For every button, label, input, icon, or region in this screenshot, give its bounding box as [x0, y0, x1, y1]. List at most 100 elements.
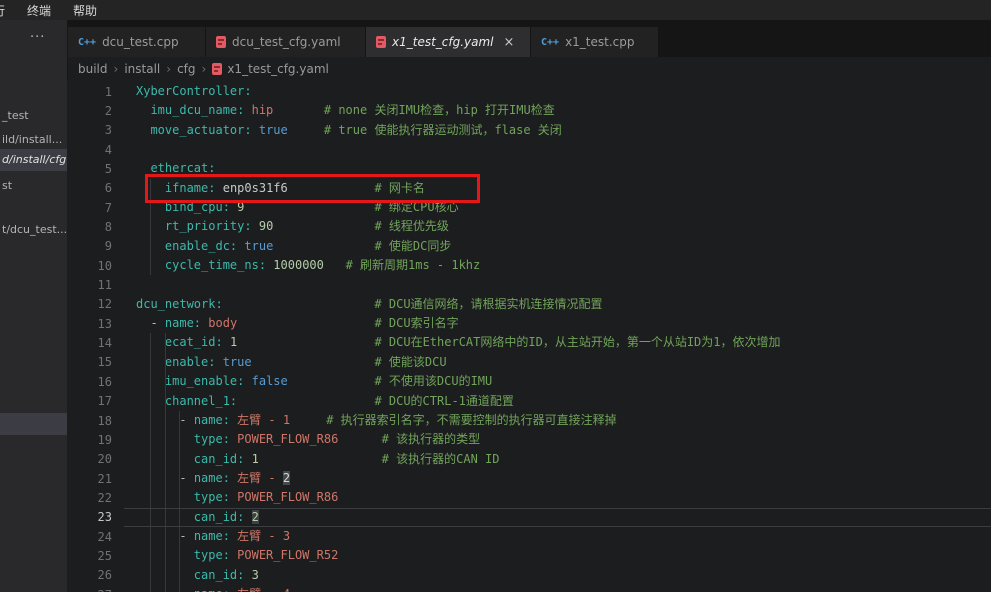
- code-line[interactable]: 10 cycle_time_ns: 1000000 # 刷新周期1ms - 1k…: [67, 256, 991, 275]
- token: # 不使用该DCU的IMU: [374, 374, 492, 388]
- token: name:: [165, 316, 201, 330]
- code-line[interactable]: 27 - name: 左臂 - 4: [67, 585, 991, 592]
- editor[interactable]: 1XyberController:2 imu_dcu_name: hip # n…: [67, 81, 991, 592]
- indent-guide-icon: [165, 392, 166, 411]
- indent-guide-icon: [150, 411, 151, 430]
- indent-guide-icon: [150, 508, 151, 527]
- menu-item-1[interactable]: 行: [0, 0, 14, 21]
- sidebar-item[interactable]: _test: [0, 106, 69, 126]
- indent-guide-icon: [150, 488, 151, 507]
- token: [237, 394, 374, 408]
- indent-guide-icon: [179, 546, 180, 565]
- code-line[interactable]: 26 can_id: 3: [67, 566, 991, 585]
- token: [252, 355, 375, 369]
- token: [273, 103, 324, 117]
- code-line[interactable]: 4: [67, 140, 991, 159]
- code-line[interactable]: 18 - name: 左臂 - 1 # 执行器索引名字，不需要控制的执行器可直接…: [67, 411, 991, 430]
- token: move_actuator:: [150, 123, 251, 137]
- indent-guide-icon: [150, 256, 151, 275]
- code-line[interactable]: 1XyberController:: [67, 82, 991, 101]
- code-line[interactable]: 23 can_id: 2: [67, 508, 991, 527]
- yaml-file-icon: [212, 63, 222, 75]
- token: 左臂 - 3: [237, 529, 290, 543]
- code-text: XyberController:: [124, 82, 252, 101]
- token: # 该执行器的CAN ID: [382, 452, 500, 466]
- code-line[interactable]: 11: [67, 275, 991, 294]
- menu-item-2[interactable]: 终端: [18, 0, 60, 21]
- indent-guide-icon: [165, 411, 166, 430]
- code-line[interactable]: 8 rt_priority: 90 # 线程优先级: [67, 217, 991, 236]
- close-icon[interactable]: ×: [504, 35, 515, 50]
- tab-x1_test_cfg.yaml[interactable]: x1_test_cfg.yaml×: [366, 27, 531, 57]
- code-line[interactable]: 5 ethercat:: [67, 159, 991, 178]
- sidebar-item[interactable]: d/install/cfg: [0, 149, 69, 171]
- sidebar-item[interactable]: st: [0, 176, 69, 196]
- code-line[interactable]: 17 channel_1: # DCU的CTRL-1通道配置: [67, 392, 991, 411]
- token: -: [179, 587, 193, 592]
- token: [324, 258, 346, 272]
- line-number: 7: [67, 201, 124, 215]
- code-line[interactable]: 25 type: POWER_FLOW_R52: [67, 546, 991, 565]
- token: body: [208, 316, 237, 330]
- tab-label: dcu_test_cfg.yaml: [232, 35, 341, 49]
- breadcrumb-segment[interactable]: cfg: [177, 62, 195, 76]
- code-line[interactable]: 15 enable: true # 使能该DCU: [67, 353, 991, 372]
- indent-guide-icon: [150, 546, 151, 565]
- sidebar-item[interactable]: t/dcu_test...: [0, 220, 69, 240]
- indent-guide-icon: [150, 585, 151, 592]
- token: ifname:: [165, 181, 216, 195]
- token: [288, 123, 324, 137]
- cpp-file-icon: C++: [78, 37, 96, 48]
- sidebar-item[interactable]: ild/install...: [0, 130, 69, 150]
- tab-label: dcu_test.cpp: [102, 35, 179, 49]
- token: # 使能DC同步: [374, 239, 451, 253]
- tab-dcu_test.cpp[interactable]: C++ dcu_test.cpp: [68, 27, 206, 57]
- breadcrumb-file[interactable]: x1_test_cfg.yaml: [212, 62, 329, 76]
- code-line[interactable]: 19 type: POWER_FLOW_R86 # 该执行器的类型: [67, 430, 991, 449]
- indent-guide-icon: [150, 198, 151, 217]
- indent-guide-icon: [165, 450, 166, 469]
- tab-x1_test.cpp[interactable]: C++x1_test.cpp: [531, 27, 659, 57]
- sidebar-selected-row[interactable]: [0, 413, 67, 435]
- code-line[interactable]: 13 - name: body # DCU索引名字: [67, 314, 991, 333]
- token: [252, 219, 259, 233]
- code-line[interactable]: 6 ifname: enp0s31f6 # 网卡名: [67, 179, 991, 198]
- line-number: 10: [67, 259, 124, 273]
- code-text: bind_cpu: 9 # 绑定CPU核心: [124, 198, 459, 217]
- token: # 绑定CPU核心: [374, 200, 458, 214]
- indent-guide-icon: [150, 237, 151, 256]
- line-number: 21: [67, 472, 124, 486]
- menu-item-3[interactable]: 帮助: [64, 0, 106, 21]
- code-line[interactable]: 7 bind_cpu: 9 # 绑定CPU核心: [67, 198, 991, 217]
- token: bind_cpu:: [165, 200, 230, 214]
- breadcrumb-segment[interactable]: install: [124, 62, 160, 76]
- token: 左臂 - 4: [237, 587, 290, 592]
- tab-dcu_test_cfg.yaml[interactable]: dcu_test_cfg.yaml: [206, 27, 366, 57]
- token: [223, 297, 375, 311]
- code-line[interactable]: 16 imu_enable: false # 不使用该DCU的IMU: [67, 372, 991, 391]
- code-line[interactable]: 21 - name: 左臂 - 2: [67, 469, 991, 488]
- line-number: 13: [67, 317, 124, 331]
- code-line[interactable]: 14 ecat_id: 1 # DCU在EtherCAT网络中的ID，从主站开始…: [67, 333, 991, 352]
- code-line[interactable]: 20 can_id: 1 # 该执行器的CAN ID: [67, 450, 991, 469]
- code-line[interactable]: 24 - name: 左臂 - 3: [67, 527, 991, 546]
- indent-guide-icon: [150, 217, 151, 236]
- code-line[interactable]: 2 imu_dcu_name: hip # none 关闭IMU检查，hip 打…: [67, 101, 991, 120]
- token: [288, 181, 375, 195]
- code-line[interactable]: 9 enable_dc: true # 使能DC同步: [67, 237, 991, 256]
- token: type:: [194, 432, 230, 446]
- code-line[interactable]: 3 move_actuator: true # true 使能执行器运动测试，f…: [67, 121, 991, 140]
- indent-guide-icon: [179, 488, 180, 507]
- breadcrumb-segment[interactable]: build: [78, 62, 108, 76]
- code-text: can_id: 1 # 该执行器的CAN ID: [124, 450, 499, 469]
- indent-guide-icon: [150, 566, 151, 585]
- token: [252, 123, 259, 137]
- token: [288, 374, 375, 388]
- token: [215, 181, 222, 195]
- code-line[interactable]: 22 type: POWER_FLOW_R86: [67, 488, 991, 507]
- code-line[interactable]: 12dcu_network: # DCU通信网络，请根据实机连接情况配置: [67, 295, 991, 314]
- token: ethercat:: [150, 161, 215, 175]
- line-number: 27: [67, 588, 124, 592]
- more-actions-button[interactable]: ···: [30, 30, 45, 45]
- line-number: 8: [67, 220, 124, 234]
